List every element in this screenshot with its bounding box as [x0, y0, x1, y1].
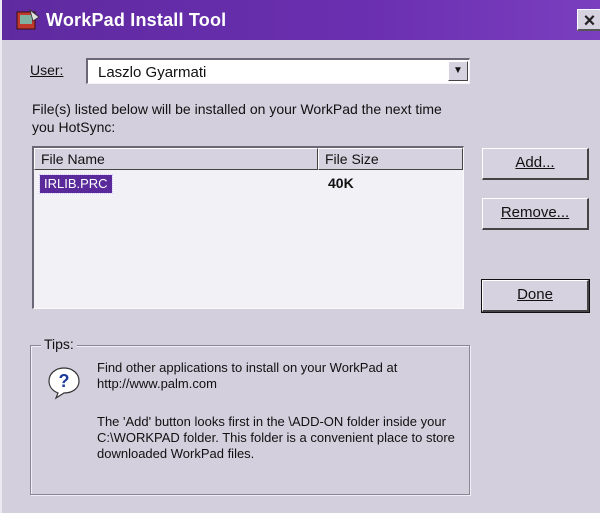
- done-button[interactable]: Done: [481, 279, 590, 313]
- user-label: User:: [30, 62, 64, 78]
- remove-button[interactable]: Remove...: [482, 198, 589, 230]
- tip-text-website: Find other applications to install on yo…: [97, 360, 398, 391]
- window-title: WorkPad Install Tool: [46, 10, 227, 30]
- install-tool-window: WorkPad Install Tool × User: Laszlo Gyar…: [0, 0, 600, 513]
- remove-button-label: Remove...: [500, 204, 570, 221]
- done-button-label: Done: [517, 286, 553, 303]
- file-list[interactable]: File Name File Size IRLIB.PRC 40K: [32, 146, 464, 309]
- tips-group: Tips: ? Find other applications to insta…: [30, 336, 470, 495]
- palm-install-icon: [16, 9, 40, 30]
- question-icon: ?: [48, 367, 80, 400]
- tip-text-addon-folder: The 'Add' button looks first in the \ADD…: [97, 414, 455, 461]
- add-button[interactable]: Add...: [482, 148, 589, 180]
- tips-legend: Tips:: [41, 336, 77, 352]
- column-header-file-size[interactable]: File Size: [318, 148, 463, 170]
- file-row-size: 40K: [328, 175, 354, 191]
- close-icon: ×: [583, 10, 596, 32]
- column-header-file-name[interactable]: File Name: [34, 148, 318, 170]
- chevron-down-icon: ▼: [453, 65, 463, 76]
- file-row-name[interactable]: IRLIB.PRC: [39, 174, 113, 194]
- title-bar[interactable]: WorkPad Install Tool ×: [2, 0, 600, 40]
- dropdown-arrow-button[interactable]: ▼: [448, 61, 468, 81]
- user-dropdown[interactable]: Laszlo Gyarmati ▼: [86, 58, 470, 84]
- svg-text:?: ?: [59, 371, 70, 391]
- install-description: File(s) listed below will be installed o…: [32, 101, 442, 135]
- add-button-label: Add...: [515, 154, 555, 171]
- close-button[interactable]: ×: [577, 9, 600, 32]
- user-selected-value: Laszlo Gyarmati: [98, 64, 207, 81]
